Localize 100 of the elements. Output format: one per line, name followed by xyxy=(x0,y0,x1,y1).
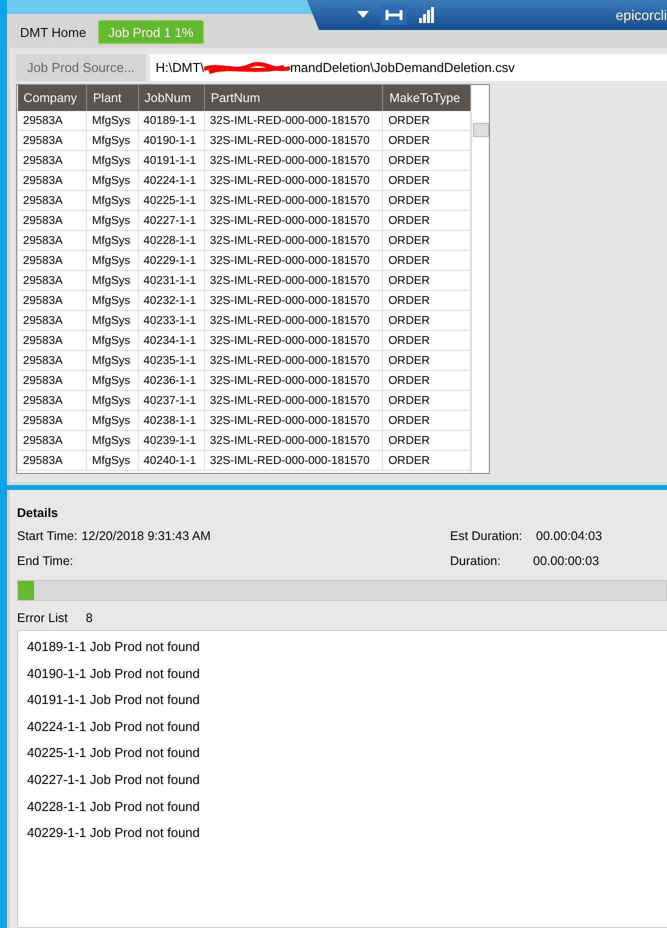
table-cell: ORDER xyxy=(382,270,470,290)
table-cell: 32S-IML-RED-000-000-181570 xyxy=(204,210,383,230)
error-item[interactable]: 40191-1-1 Job Prod not found xyxy=(27,692,667,709)
source-button[interactable]: Job Prod Source... xyxy=(16,54,146,81)
table-cell: ORDER xyxy=(382,390,470,410)
table-cell: 29583A xyxy=(18,310,86,330)
table-cell: MfgSys xyxy=(86,130,138,150)
table-cell: 29583A xyxy=(18,350,86,370)
table-cell: MfgSys xyxy=(86,170,138,190)
table-cell: 29583A xyxy=(18,390,86,410)
table-cell: 40235-1-1 xyxy=(138,350,204,370)
table-cell: 32S-IML-RED-000-000-181570 xyxy=(204,230,383,250)
table-cell: ORDER xyxy=(382,130,470,150)
table-cell: MfgSys xyxy=(86,450,138,470)
table-cell: 40228-1-1 xyxy=(138,230,204,250)
start-value: 12/20/2018 9:31:43 AM xyxy=(81,529,211,545)
table-cell: MfgSys xyxy=(86,330,138,350)
table-cell: 29583A xyxy=(18,270,86,290)
table-cell: ORDER xyxy=(382,230,470,250)
table-cell: 32S-IML-RED-000-000-181570 xyxy=(204,150,383,170)
table-cell: ORDER xyxy=(382,330,470,350)
table-cell: MfgSys xyxy=(86,410,138,430)
table-cell: ORDER xyxy=(382,290,470,310)
est-value: 00.00:04:03 xyxy=(536,529,602,545)
table-cell: 32S-IML-RED-000-000-181570 xyxy=(204,190,383,210)
table-cell: MfgSys xyxy=(86,390,138,410)
table-cell: 29583A xyxy=(18,290,86,310)
table-cell: MfgSys xyxy=(86,150,138,170)
table-cell: MfgSys xyxy=(86,290,138,310)
table-cell: 29583A xyxy=(18,430,86,450)
error-item[interactable]: 40227-1-1 Job Prod not found xyxy=(27,772,667,789)
table-cell: 40190-1-1 xyxy=(138,130,204,150)
table-cell: 32S-IML-RED-000-000-181570 xyxy=(204,310,383,330)
table-cell: 32S-IML-RED-000-000-181570 xyxy=(204,410,383,430)
table-cell: ORDER xyxy=(382,170,470,190)
table-cell: 29583A xyxy=(18,250,86,270)
table-cell: 40238-1-1 xyxy=(138,410,204,430)
table-cell: 32S-IML-RED-000-000-181570 xyxy=(204,270,383,290)
table-cell: ORDER xyxy=(382,111,470,130)
error-item[interactable]: 40189-1-1 Job Prod not found xyxy=(27,639,667,656)
est-label: Est Duration: xyxy=(450,529,524,545)
table-cell: 32S-IML-RED-000-000-181570 xyxy=(204,290,383,310)
table-cell: MfgSys xyxy=(86,250,138,270)
error-item[interactable]: 40229-1-1 Job Prod not found xyxy=(27,825,667,842)
table-cell: MfgSys xyxy=(86,270,138,290)
table-cell: 40240-1-1 xyxy=(138,450,204,470)
table-cell: 40224-1-1 xyxy=(138,170,204,190)
table-cell: ORDER xyxy=(382,450,470,470)
table-cell: 40237-1-1 xyxy=(138,390,204,410)
table-cell: ORDER xyxy=(382,430,470,450)
column-header[interactable]: PartNum xyxy=(204,85,383,111)
column-header[interactable]: MakeToType xyxy=(382,85,470,111)
error-item[interactable]: 40228-1-1 Job Prod not found xyxy=(27,798,667,816)
table-cell: 32S-IML-RED-000-000-181570 xyxy=(204,130,383,150)
path-field[interactable]: H:\DMT\ mandDeletion\JobDemandDeletion.csv xyxy=(150,54,667,81)
table-cell: 29583A xyxy=(18,190,86,210)
column-header[interactable]: Plant xyxy=(86,85,138,111)
table-cell: 29583A xyxy=(18,111,86,130)
scrollbar[interactable] xyxy=(471,111,489,473)
dropdown-icon[interactable] xyxy=(357,11,369,19)
details-title: Details xyxy=(17,506,59,520)
table-cell: 32S-IML-RED-000-000-181570 xyxy=(204,330,383,350)
table-cell: ORDER xyxy=(382,150,470,170)
error-count: 8 xyxy=(86,611,93,625)
error-item[interactable]: 40225-1-1 Job Prod not found xyxy=(27,745,667,762)
tab[interactable]: DMT Home xyxy=(10,20,96,44)
table-cell: 32S-IML-RED-000-000-181570 xyxy=(204,450,383,470)
table-cell: 32S-IML-RED-000-000-181570 xyxy=(204,430,383,450)
table-cell: MfgSys xyxy=(86,230,138,250)
duration-value: 00.00:00:03 xyxy=(533,554,600,570)
table-cell: 29583A xyxy=(18,330,86,350)
table-cell: 29583A xyxy=(18,230,86,250)
table-cell: 40236-1-1 xyxy=(138,370,204,390)
table-cell: MfgSys xyxy=(86,210,138,230)
table-cell: 40231-1-1 xyxy=(138,270,204,290)
table-cell: MfgSys xyxy=(86,370,138,390)
error-item[interactable]: 40190-1-1 Job Prod not found xyxy=(27,666,667,682)
column-header[interactable]: JobNum xyxy=(138,85,204,111)
table-cell: MfgSys xyxy=(86,430,138,450)
table-cell: MfgSys xyxy=(86,190,138,210)
table-cell: ORDER xyxy=(382,410,470,430)
duration-label: Duration: xyxy=(450,554,502,570)
table-cell: 29583A xyxy=(18,210,86,230)
table-cell: 29583A xyxy=(18,130,86,150)
table-cell: 29583A xyxy=(18,450,86,470)
error-item[interactable]: 40224-1-1 Job Prod not found xyxy=(27,718,667,736)
table-cell: 29583A xyxy=(18,370,86,390)
table-cell: ORDER xyxy=(382,350,470,370)
start-label: Start Time: xyxy=(17,529,78,545)
table-cell: 29583A xyxy=(18,410,86,430)
table-cell: 32S-IML-RED-000-000-181570 xyxy=(204,390,383,410)
table-cell: ORDER xyxy=(382,250,470,270)
table-cell: 32S-IML-RED-000-000-181570 xyxy=(204,111,383,130)
table-cell: 40239-1-1 xyxy=(138,430,204,450)
table-cell: ORDER xyxy=(382,210,470,230)
table-cell: 40234-1-1 xyxy=(138,330,204,350)
table-cell: 40191-1-1 xyxy=(138,150,204,170)
column-header[interactable]: Company xyxy=(18,85,86,111)
table-cell: 29583A xyxy=(18,150,86,170)
table-cell: ORDER xyxy=(382,190,470,210)
